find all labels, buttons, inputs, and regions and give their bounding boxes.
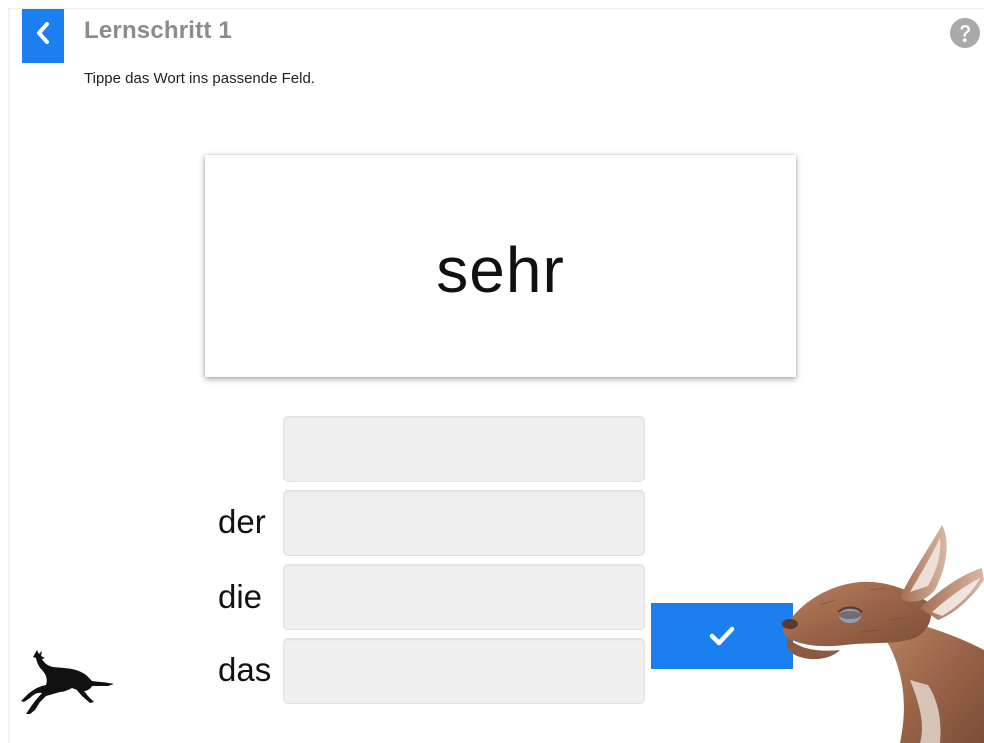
answer-field-der[interactable] [283,490,645,556]
answer-field-das[interactable] [283,638,645,704]
article-label-die: die [218,578,263,615]
left-edge-shadow [8,8,10,743]
article-label-das: das [218,651,272,688]
deer-head-illustration [782,525,984,743]
checkmark-icon [709,626,735,646]
word-card: sehr [205,155,796,377]
question-circle-icon[interactable] [949,17,981,49]
article-label-der: der [218,503,266,540]
answer-field-unlabeled[interactable] [283,416,645,482]
chevron-left-icon [37,22,49,44]
page-title: Lernschritt 1 [84,17,232,44]
target-word: sehr [436,234,565,306]
answer-field-die[interactable] [283,564,645,630]
lesson-page: Lernschritt 1 Tippe das Wort ins passend… [0,0,984,743]
top-edge-shadow [8,8,984,10]
back-button[interactable] [22,9,64,63]
leaping-deer-logo-icon [21,650,114,714]
instruction-text: Tippe das Wort ins passende Feld. [84,70,315,87]
